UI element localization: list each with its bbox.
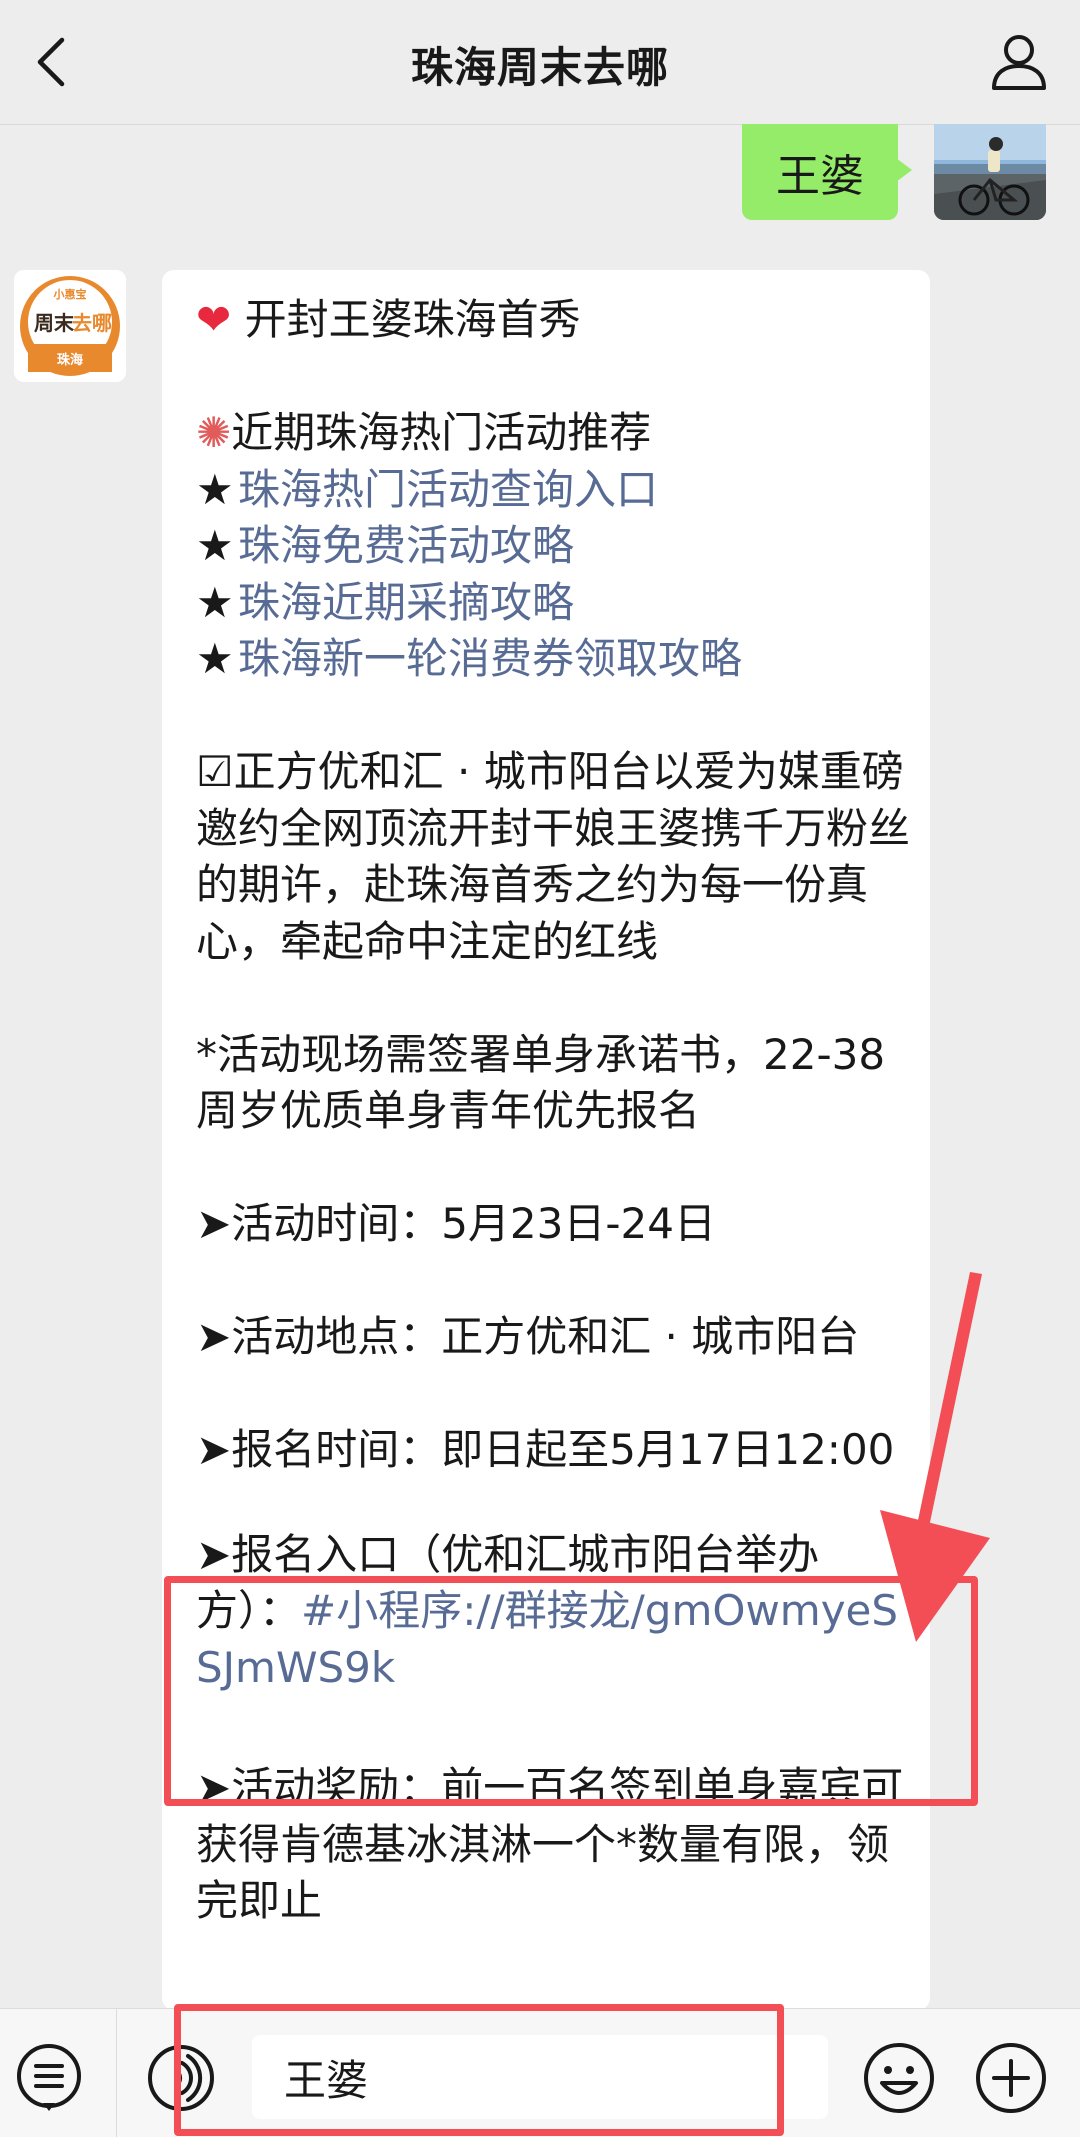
chat-title: 珠海周末去哪 bbox=[410, 43, 669, 92]
link-hot-activities[interactable]: 珠海热门活动查询入口 bbox=[238, 465, 658, 514]
link-row: ★ 珠海近期采摘攻略 bbox=[196, 575, 916, 632]
plus-icon[interactable] bbox=[974, 2041, 1048, 2115]
link-row: ★ 珠海热门活动查询入口 bbox=[196, 462, 916, 519]
link-free-activities[interactable]: 珠海免费活动攻略 bbox=[238, 521, 574, 570]
star-icon: ★ bbox=[196, 521, 234, 570]
top-nav-bar: 珠海周末去哪 bbox=[0, 0, 1080, 125]
link-coupon-guide[interactable]: 珠海新一轮消费券领取攻略 bbox=[238, 634, 742, 683]
outgoing-message-bubble[interactable]: 王婆 bbox=[742, 124, 912, 220]
highlight-box-signup-entry bbox=[164, 1576, 978, 1806]
profile-icon[interactable] bbox=[986, 28, 1052, 94]
star-icon: ★ bbox=[196, 577, 234, 627]
intro-paragraph: ☑正方优和汇 · 城市阳台以爱为媒重磅邀约全网顶流开封干娘王婆携千万粉丝的期许，… bbox=[196, 747, 911, 966]
notice-paragraph: *活动现场需签署单身承诺书，22-38周岁优质单身青年优先报名 bbox=[196, 1029, 886, 1136]
signup-time: ➤报名时间：即日起至5月17日12:00 bbox=[196, 1425, 895, 1474]
my-avatar[interactable] bbox=[934, 124, 1046, 220]
link-row: ★ 珠海免费活动攻略 bbox=[196, 518, 916, 575]
highlight-box-input bbox=[174, 2004, 784, 2136]
svg-text:小惠宝: 小惠宝 bbox=[53, 287, 87, 301]
menu-icon[interactable] bbox=[14, 2041, 84, 2111]
link-picking-guide[interactable]: 珠海近期采摘攻略 bbox=[238, 578, 574, 627]
svg-text:珠海: 珠海 bbox=[57, 352, 83, 368]
message-title-line: ❤ 开封王婆珠海首秀 bbox=[196, 295, 581, 344]
outgoing-message-text: 王婆 bbox=[776, 151, 864, 202]
recommend-line: ✺近期珠海热门活动推荐 bbox=[196, 408, 652, 457]
star-icon: ★ bbox=[196, 464, 234, 514]
account-logo: 小惠宝 周末 去哪 珠海 bbox=[14, 270, 126, 382]
star-icon: ★ bbox=[196, 634, 234, 683]
emoji-icon[interactable] bbox=[862, 2041, 936, 2115]
svg-text:周末: 周末 bbox=[34, 311, 75, 335]
account-avatar[interactable]: 小惠宝 周末 去哪 珠海 bbox=[14, 270, 126, 382]
svg-text:去哪: 去哪 bbox=[72, 311, 112, 335]
fireworks-icon: ✺ bbox=[196, 408, 232, 457]
event-place: ➤活动地点：正方优和汇 · 城市阳台 bbox=[196, 1312, 860, 1361]
link-row: ★ 珠海新一轮消费券领取攻略 bbox=[196, 631, 916, 688]
event-time: ➤活动时间：5月23日-24日 bbox=[196, 1199, 716, 1248]
cyclist-photo bbox=[934, 124, 1046, 220]
heart-icon: ❤ bbox=[196, 295, 232, 344]
